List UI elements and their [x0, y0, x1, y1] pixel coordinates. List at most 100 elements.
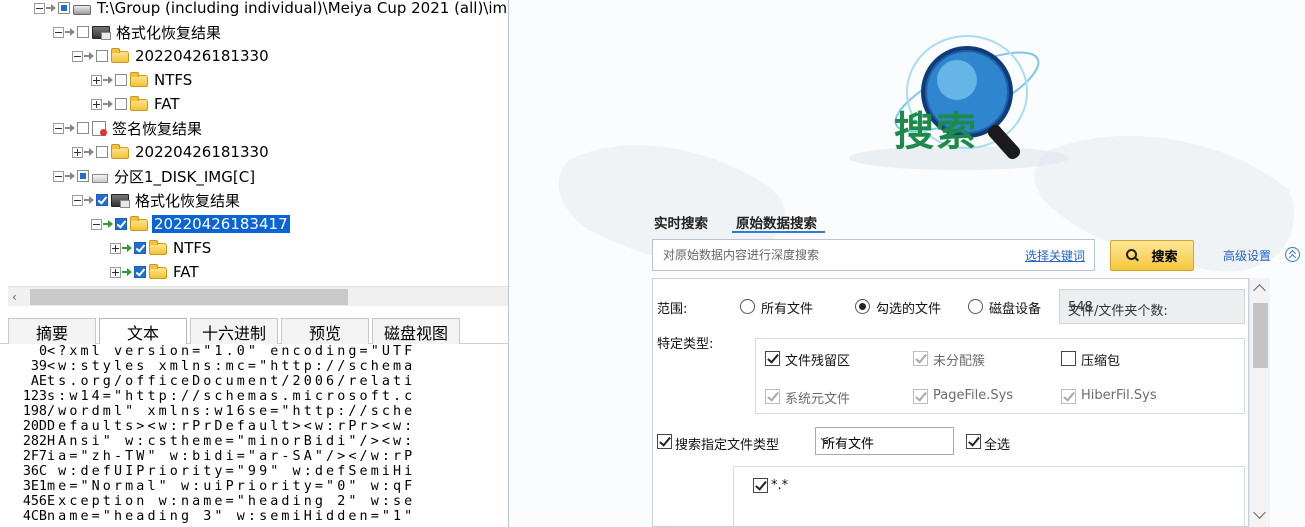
checkbox-file-slack[interactable]: [765, 351, 780, 366]
checkbox-search-file-type[interactable]: [657, 434, 672, 449]
text-line: 36C w:defUIPriority="99" w:defSemiHi: [22, 464, 416, 479]
search-input[interactable]: [661, 246, 1021, 264]
expand-icon[interactable]: [72, 146, 83, 158]
collapse-icon[interactable]: [53, 122, 64, 134]
unallocated-label: 未分配簇: [933, 354, 986, 369]
scroll-thumb[interactable]: [1253, 303, 1268, 368]
tree-node-format-recovery[interactable]: 格式化恢复结果: [53, 20, 223, 44]
tab-text[interactable]: 文本: [99, 318, 187, 345]
tree-node-label: 签名恢复结果: [112, 119, 203, 138]
node-checkbox[interactable]: [77, 122, 89, 134]
tab-preview[interactable]: 预览: [281, 318, 369, 344]
extension-list: *.*: [733, 466, 1245, 526]
checkbox-select-all[interactable]: [966, 434, 981, 449]
expand-icon[interactable]: [91, 98, 102, 110]
node-checkbox[interactable]: [96, 194, 108, 206]
radio-checked-files-label: 勾选的文件: [876, 302, 942, 317]
expand-icon[interactable]: [110, 242, 121, 254]
node-checkbox[interactable]: [115, 74, 127, 86]
node-checkbox[interactable]: [96, 50, 108, 62]
collapse-up-icon[interactable]: [1285, 247, 1300, 262]
checkbox-unallocated: [913, 351, 928, 366]
node-checkbox[interactable]: [115, 218, 127, 230]
tree-node-ntfs[interactable]: NTFS: [91, 68, 194, 92]
scroll-down-icon[interactable]: [1253, 506, 1266, 519]
node-checkbox[interactable]: [134, 266, 146, 278]
arrow-icon: [84, 148, 95, 156]
file-type-select[interactable]: 所有文件: [815, 427, 954, 455]
tree-node-label: 20220426181330: [135, 143, 269, 161]
folder-icon: [149, 264, 167, 279]
text-line: 20DDefaults><w:rPrDefault><w:rPr><w:: [22, 419, 416, 434]
tree-node-label: FAT: [154, 95, 180, 113]
scope-label: 范围:: [657, 302, 688, 317]
checkbox-archive[interactable]: [1061, 351, 1076, 366]
expand-icon[interactable]: [110, 266, 121, 278]
text-line: 2F7ia="zh-TW" w:bidi="ar-SA"/></w:rP: [22, 449, 416, 464]
arrow-icon: [122, 244, 133, 252]
tab-summary[interactable]: 摘要: [8, 318, 96, 344]
tab-disk-view[interactable]: 磁盘视图: [372, 318, 460, 344]
node-checkbox[interactable]: [96, 146, 108, 158]
checkbox-extension-all[interactable]: [753, 478, 768, 493]
tree-node-folder-selected[interactable]: 20220426183417: [91, 212, 290, 236]
search-panel: 搜索 实时搜索 原始数据搜索 选择关键词 搜索 高级设置 范围: 所有文件 勾选…: [508, 0, 1305, 527]
scroll-thumb[interactable]: [30, 289, 348, 305]
search-button[interactable]: 搜索: [1110, 240, 1194, 271]
tab-raw-data-search[interactable]: 原始数据搜索: [736, 212, 817, 232]
tree-node-label: 20220426181330: [135, 47, 269, 65]
text-line: AEts.org/officeDocument/2006/relati: [30, 374, 416, 389]
tree-node-label: FAT: [173, 263, 199, 281]
tab-hex[interactable]: 十六进制: [190, 318, 278, 344]
arrow-icon: [84, 52, 95, 60]
node-checkbox[interactable]: [77, 26, 89, 38]
recover-icon: [111, 194, 130, 208]
collapse-icon[interactable]: [34, 2, 45, 14]
folder-icon: [130, 216, 148, 231]
options-vertical-scrollbar[interactable]: [1249, 278, 1270, 527]
node-checkbox[interactable]: [77, 170, 89, 182]
tab-realtime-search[interactable]: 实时搜索: [654, 212, 708, 232]
collapse-icon[interactable]: [72, 50, 83, 62]
scroll-left-icon[interactable]: ‹: [12, 290, 17, 304]
tree-node-fat[interactable]: FAT: [91, 92, 182, 116]
system-meta-label: 系统元文件: [785, 392, 851, 407]
collapse-icon[interactable]: [53, 26, 64, 38]
file-count-box: 文件/文件夹个数: 548: [1059, 289, 1245, 324]
collapse-icon[interactable]: [72, 194, 83, 206]
tree-node-image[interactable]: T:\Group (including individual)\Meiya Cu…: [34, 0, 508, 20]
active-tab-indicator: [732, 231, 825, 233]
node-checkbox[interactable]: [58, 2, 70, 14]
file-type-select-value: 所有文件: [822, 437, 875, 452]
tree-node-fat[interactable]: FAT: [110, 260, 201, 284]
expand-icon[interactable]: [91, 74, 102, 86]
select-keyword-link[interactable]: 选择关键词: [1025, 247, 1085, 264]
partition-icon: [92, 173, 108, 183]
advanced-settings-link[interactable]: 高级设置: [1223, 247, 1271, 264]
arrow-icon: [65, 172, 76, 180]
radio-checked-files[interactable]: [855, 299, 870, 314]
radio-all-files[interactable]: [740, 299, 755, 314]
text-line: 456Exception w:name="heading 2" w:se: [22, 494, 416, 509]
search-options: 范围: 所有文件 勾选的文件 磁盘设备 文件/文件夹个数: 548 特定类型: …: [652, 278, 1249, 527]
tree-node-format-recovery[interactable]: 格式化恢复结果: [72, 188, 242, 212]
file-slack-label: 文件残留区: [785, 354, 851, 369]
arrow-icon: [103, 76, 114, 84]
arrow-icon: [103, 220, 114, 228]
collapse-icon[interactable]: [53, 170, 64, 182]
tree-node-partition[interactable]: 分区1_DISK_IMG[C]: [53, 164, 257, 188]
tree-horizontal-scrollbar[interactable]: ‹: [8, 286, 508, 306]
text-view[interactable]: 0<?xml version="1.0" encoding="UTF 39<w:…: [0, 344, 508, 527]
search-box: 选择关键词: [652, 239, 1095, 271]
tree-node-folder[interactable]: 20220426181330: [72, 44, 271, 68]
tree-node-folder[interactable]: 20220426181330: [72, 140, 271, 164]
tree-node-label: 分区1_DISK_IMG[C]: [114, 167, 256, 186]
tree-node-ntfs[interactable]: NTFS: [110, 236, 213, 260]
radio-disk-device[interactable]: [968, 299, 983, 314]
text-line: 0<?xml version="1.0" encoding="UTF: [38, 344, 416, 359]
tree-node-signature-recovery[interactable]: 签名恢复结果: [53, 116, 204, 140]
collapse-icon[interactable]: [91, 218, 102, 230]
node-checkbox[interactable]: [115, 98, 127, 110]
scroll-up-icon[interactable]: [1253, 284, 1266, 297]
node-checkbox[interactable]: [134, 242, 146, 254]
